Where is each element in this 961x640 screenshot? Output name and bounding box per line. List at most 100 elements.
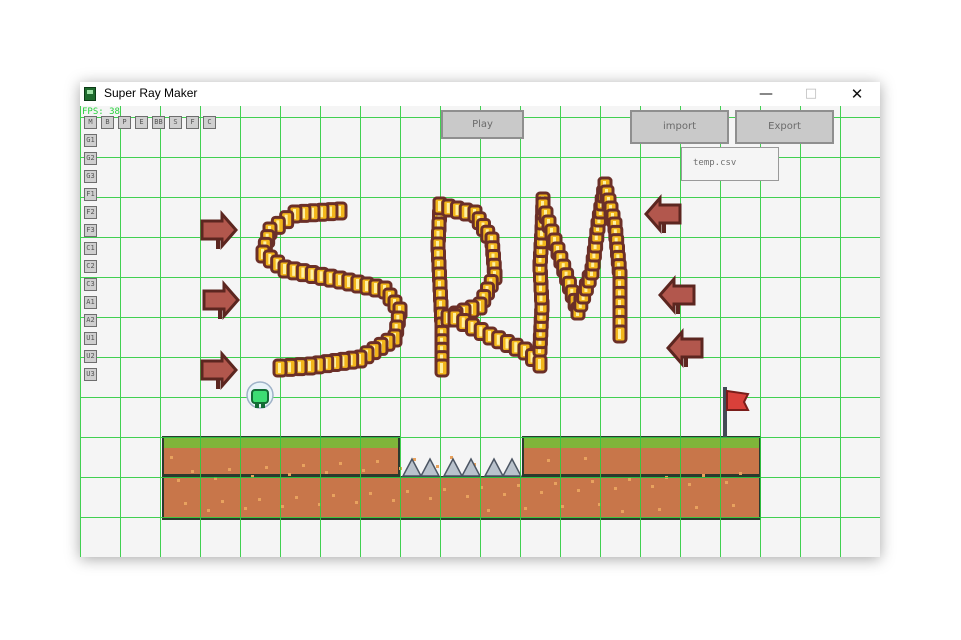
coin-shine <box>505 338 509 349</box>
dirt-speck <box>265 466 268 469</box>
coin-shine <box>446 203 450 213</box>
tool-c[interactable]: C <box>203 116 216 129</box>
flag-icon <box>726 389 750 411</box>
tool-g1[interactable]: G1 <box>84 134 97 147</box>
dirt-speck <box>591 480 594 483</box>
tool-c3[interactable]: C3 <box>84 278 97 291</box>
coin-layer <box>255 176 628 378</box>
arrow-post <box>684 357 688 367</box>
dirt-speck <box>207 509 210 512</box>
coin-shine <box>488 331 491 341</box>
player-leg <box>261 402 265 408</box>
coin-shine <box>278 363 281 373</box>
level-canvas[interactable]: FPS: 38 M B P E BB S F C G1 G2 G3 F1 F2 … <box>80 106 880 557</box>
dirt-speck <box>561 505 564 508</box>
dirt-speck <box>725 481 728 484</box>
coin-shine <box>496 334 500 345</box>
dirt-speck <box>177 479 180 482</box>
close-icon[interactable]: ✕ <box>834 82 880 106</box>
dirt-ground <box>162 476 761 520</box>
tool-g3[interactable]: G3 <box>84 170 97 183</box>
file-name-field[interactable]: temp.csv <box>681 147 779 181</box>
coin-shine <box>470 322 474 332</box>
tool-u2[interactable]: U2 <box>84 350 97 363</box>
dirt-speck <box>688 483 691 486</box>
coin-shine <box>453 313 456 323</box>
dirt-speck <box>658 508 661 511</box>
dirt-speck <box>288 473 291 476</box>
export-button[interactable]: Export <box>735 110 834 144</box>
tool-a2[interactable]: A2 <box>84 314 97 327</box>
coin-shine <box>464 207 468 217</box>
coin-shine <box>618 329 621 339</box>
dirt-speck <box>695 506 698 509</box>
dirt-speck <box>739 472 742 475</box>
dirt-speck <box>369 492 372 495</box>
dirt-speck <box>281 505 284 508</box>
tool-u3[interactable]: U3 <box>84 368 97 381</box>
dirt-speck <box>228 468 231 471</box>
play-button[interactable]: Play <box>441 110 524 139</box>
import-button[interactable]: import <box>630 110 729 144</box>
coin-shine <box>538 359 541 369</box>
dirt-speck <box>406 490 409 493</box>
coin-shine <box>288 362 291 373</box>
arrow-post <box>662 223 666 233</box>
dirt-speck <box>517 484 520 487</box>
dirt-speck <box>302 464 305 467</box>
coin-shine <box>308 361 311 371</box>
dirt-speck <box>702 474 705 477</box>
dirt-speck <box>443 488 446 491</box>
coin-shine <box>365 281 368 291</box>
coin-shine <box>292 265 296 276</box>
dirt-speck <box>191 470 194 473</box>
minimize-icon[interactable]: — <box>743 82 789 106</box>
window-title: Super Ray Maker <box>104 86 198 100</box>
dirt-speck <box>244 507 247 510</box>
dirt-speck <box>524 507 527 510</box>
dirt-speck <box>540 491 543 494</box>
arrow-post <box>218 309 222 319</box>
coin-shine <box>347 277 350 287</box>
maximize-icon[interactable]: □ <box>788 82 834 106</box>
dirt-speck <box>362 469 365 472</box>
coin-shine <box>479 326 483 337</box>
spike-icon <box>483 457 505 477</box>
tool-f1[interactable]: F1 <box>84 188 97 201</box>
tool-c1[interactable]: C1 <box>84 242 97 255</box>
title-bar[interactable]: Super Ray Maker — □ ✕ <box>80 82 880 106</box>
coin-shine <box>374 283 377 293</box>
tool-s[interactable]: S <box>169 116 182 129</box>
tool-g2[interactable]: G2 <box>84 152 97 165</box>
spike-icon <box>401 457 423 477</box>
arrow-post <box>216 239 220 249</box>
tool-a1[interactable]: A1 <box>84 296 97 309</box>
tool-b[interactable]: B <box>101 116 114 129</box>
arrow-post <box>676 304 680 314</box>
coin-shine <box>461 317 465 328</box>
tool-p[interactable]: P <box>118 116 131 129</box>
tool-f2[interactable]: F2 <box>84 206 97 219</box>
dirt-speck <box>466 495 469 498</box>
player-character <box>246 381 274 409</box>
dirt-speck <box>392 499 395 502</box>
tool-c2[interactable]: C2 <box>84 260 97 273</box>
tool-f[interactable]: F <box>186 116 199 129</box>
dirt-speck <box>503 493 506 496</box>
dirt-speck <box>325 471 328 474</box>
tool-e[interactable]: E <box>135 116 148 129</box>
dirt-speck <box>554 482 557 485</box>
tool-f3[interactable]: F3 <box>84 224 97 237</box>
coin-shine <box>455 205 459 215</box>
coin-shine <box>328 273 332 284</box>
tool-u1[interactable]: U1 <box>84 332 97 345</box>
coin-shine <box>438 201 441 211</box>
dirt-speck <box>170 456 173 459</box>
spike-icon <box>442 457 464 477</box>
tool-m[interactable]: M <box>84 116 97 129</box>
coin-shine <box>440 363 443 373</box>
dirt-speck <box>547 459 550 462</box>
app-window: Super Ray Maker — □ ✕ FPS: 38 M B P E BB… <box>80 82 880 557</box>
dirt-speck <box>621 510 624 513</box>
tool-bb[interactable]: BB <box>152 116 165 129</box>
